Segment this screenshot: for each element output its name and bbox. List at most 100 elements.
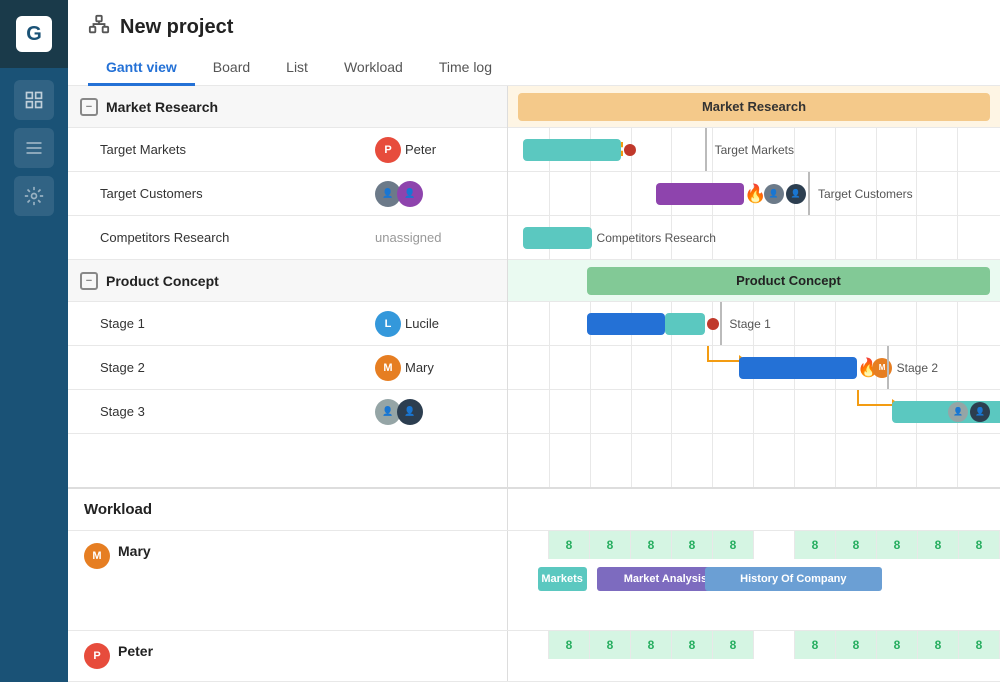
bar-label-market-research: Market Research — [702, 99, 806, 114]
num-cell-peter-8: 8 — [836, 631, 877, 659]
assignee-name-mary: Mary — [405, 360, 434, 375]
num-cell-mary-6 — [754, 531, 795, 559]
workload-header-row: Workload — [68, 489, 1000, 531]
avatar-multi-2: 👤 — [397, 181, 423, 207]
group-market-research: − Market Research — [68, 86, 507, 128]
avatar-workload-peter: P — [84, 643, 110, 669]
avatar-peter: P — [375, 137, 401, 163]
milestone-stage1 — [707, 318, 719, 330]
task-name-target-markets: Target Markets — [100, 142, 375, 157]
bar-target-customers — [656, 183, 745, 205]
workload-person-name-peter: Peter — [118, 643, 153, 659]
tab-workload[interactable]: Workload — [326, 51, 421, 86]
bar-competitors-research — [523, 227, 592, 249]
num-cell-mary-10: 8 — [918, 531, 959, 559]
num-cell-peter-7: 8 — [795, 631, 836, 659]
num-cell-mary-1: 8 — [549, 531, 590, 559]
num-cell-peter-6 — [754, 631, 795, 659]
tab-board[interactable]: Board — [195, 51, 268, 86]
bar-label-product-concept: Product Concept — [736, 273, 841, 288]
collapse-icon-2[interactable]: − — [80, 272, 98, 290]
avatar-inline-mary: M — [872, 358, 892, 378]
workload-right-header — [508, 489, 1000, 530]
gantt-area: Market Research Target M — [508, 86, 1000, 487]
num-cell-mary-11: 8 — [959, 531, 1000, 559]
workload-row-mary: M Mary 8 8 8 8 8 8 8 8 — [68, 531, 1000, 631]
project-icon — [88, 14, 110, 41]
num-cell-peter-2: 8 — [590, 631, 631, 659]
bar-label-inline-stage2: Stage 2 — [897, 361, 938, 375]
sidebar-nav-item-3[interactable] — [14, 176, 54, 216]
avatar-inline-2: 👤 — [786, 184, 806, 204]
task-row-target-customers: Target Customers 👤 👤 — [68, 172, 507, 216]
task-name-competitors-research: Competitors Research — [100, 230, 375, 245]
avatar-inline-3a: 👤 — [948, 402, 968, 422]
workload-person-right-mary: 8 8 8 8 8 8 8 8 8 8 — [508, 531, 1000, 630]
bar-target-markets — [523, 139, 621, 161]
task-name-stage3: Stage 3 — [100, 404, 375, 419]
gantt-right-panel: Market Research Target M — [508, 86, 1000, 487]
vsep-2 — [808, 172, 810, 215]
avatar-lucile: L — [375, 311, 401, 337]
task-row-target-markets: Target Markets P Peter — [68, 128, 507, 172]
num-cell-mary-4: 8 — [672, 531, 713, 559]
assignee-target-customers: 👤 👤 — [375, 181, 495, 207]
num-cell-peter-9: 8 — [877, 631, 918, 659]
bar-stage2 — [739, 357, 857, 379]
unassigned-label: unassigned — [375, 230, 442, 245]
bar-label-inline-stage1: Stage 1 — [729, 317, 770, 331]
avatar-multi-3b: 👤 — [397, 399, 423, 425]
workload-person-right-peter: 8 8 8 8 8 8 8 8 8 8 — [508, 631, 1000, 681]
task-row-stage1: Stage 1 L Lucile — [68, 302, 507, 346]
bar-market-research: Market Research — [518, 93, 990, 121]
sidebar-nav-item-2[interactable] — [14, 128, 54, 168]
workload-section: Workload M Mary 8 8 8 8 8 — [68, 487, 1000, 682]
num-cell-mary-8: 8 — [836, 531, 877, 559]
tab-bar: Gantt view Board List Workload Time log — [88, 51, 980, 85]
num-cell-mary-2: 8 — [590, 531, 631, 559]
main-content: New project Gantt view Board List Worklo… — [68, 0, 1000, 682]
num-cell-mary-9: 8 — [877, 531, 918, 559]
vsep-4 — [887, 346, 889, 389]
wl-bar-markets: Markets — [538, 567, 587, 591]
num-cell-mary-7: 8 — [795, 531, 836, 559]
num-cell-mary-3: 8 — [631, 531, 672, 559]
task-row-competitors-research: Competitors Research unassigned — [68, 216, 507, 260]
tab-timelog[interactable]: Time log — [421, 51, 510, 86]
bar-product-concept: Product Concept — [587, 267, 990, 295]
collapse-icon[interactable]: − — [80, 98, 98, 116]
bar-label-inline-target-customers: Target Customers — [818, 187, 913, 201]
app-logo: G — [16, 16, 52, 52]
num-cell-peter-1: 8 — [549, 631, 590, 659]
task-name-stage1: Stage 1 — [100, 316, 375, 331]
num-cell-peter-3: 8 — [631, 631, 672, 659]
header: New project Gantt view Board List Worklo… — [68, 0, 1000, 86]
wl-bar-label-market-analysis: Market Analysis — [624, 573, 707, 585]
task-name-target-customers: Target Customers — [100, 186, 375, 201]
project-title-row: New project — [88, 14, 980, 41]
milestone-target-markets — [624, 144, 636, 156]
sidebar-nav-item-1[interactable] — [14, 80, 54, 120]
tab-gantt[interactable]: Gantt view — [88, 51, 195, 86]
avatar-workload-mary: M — [84, 543, 110, 569]
tab-list[interactable]: List — [268, 51, 326, 86]
group-name-product-concept: Product Concept — [106, 273, 219, 289]
assignee-stage3: 👤 👤 — [375, 399, 495, 425]
workload-person-left-peter: P Peter — [68, 631, 508, 681]
workload-person-left-mary: M Mary — [68, 531, 508, 630]
numbers-row-peter: 8 8 8 8 8 8 8 8 8 8 — [508, 631, 1000, 659]
avatar-inline-3b: 👤 — [970, 402, 990, 422]
wl-bar-label-markets: Markets — [541, 573, 583, 585]
group-name-market-research: Market Research — [106, 99, 218, 115]
left-panel: − Market Research Target Markets P Peter… — [68, 86, 508, 487]
avatar-mary: M — [375, 355, 401, 381]
assignee-name-lucile: Lucile — [405, 316, 439, 331]
bar-stage1b — [665, 313, 704, 335]
workload-person-name-mary: Mary — [118, 543, 151, 559]
bar-stage1 — [587, 313, 666, 335]
wl-bar-history-of-company: History Of Company — [705, 567, 882, 591]
task-row-stage2: Stage 2 M Mary — [68, 346, 507, 390]
vsep-1 — [705, 128, 707, 171]
num-cell-peter-5: 8 — [713, 631, 754, 659]
numbers-row-mary: 8 8 8 8 8 8 8 8 8 8 — [508, 531, 1000, 559]
